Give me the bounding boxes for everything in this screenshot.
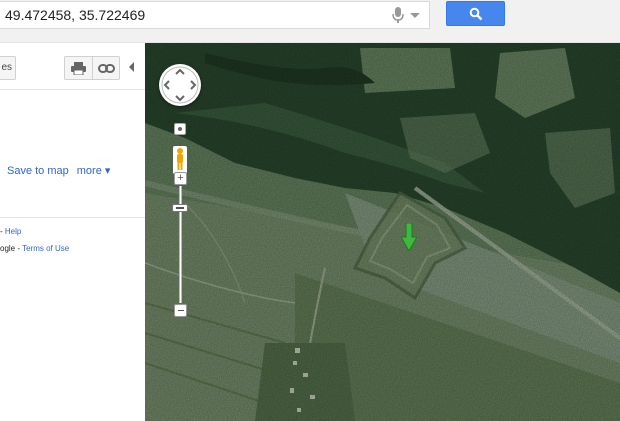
save-to-map-link[interactable]: Save to map: [7, 165, 69, 177]
left-panel: es Save to map more ▾ - Help ogle - Terms…: [0, 43, 145, 421]
satellite-map[interactable]: +: [145, 43, 620, 421]
maps-app: es Save to map more ▾ - Help ogle - Terms…: [0, 0, 620, 421]
search-icon: [469, 7, 483, 21]
zoom-out-button[interactable]: [174, 304, 187, 317]
directions-button[interactable]: es: [0, 56, 16, 80]
pegman-figure-icon: [177, 148, 183, 170]
footer-line: - Help: [0, 227, 21, 236]
microphone-icon[interactable]: [391, 7, 405, 24]
more-dropdown[interactable]: more ▾: [77, 165, 111, 177]
panel-header: es: [0, 43, 145, 90]
footer-prefix: ogle -: [0, 244, 23, 253]
panel-divider: [0, 217, 145, 218]
pan-arrows-icon: [161, 66, 199, 104]
link-icon[interactable]: [98, 62, 115, 75]
chevron-down-icon[interactable]: [410, 13, 420, 18]
search-box: [0, 1, 430, 29]
zoom-slider-handle[interactable]: [172, 204, 188, 212]
collapse-panel-button[interactable]: [126, 57, 140, 77]
toolbar-divider: [92, 57, 93, 79]
help-link[interactable]: Help: [5, 227, 21, 236]
place-actions: Save to map more ▾: [7, 164, 110, 177]
reset-view-button[interactable]: [174, 123, 186, 135]
zoom-in-button[interactable]: +: [174, 172, 187, 185]
footer-line: ogle - Terms of Use: [0, 244, 69, 253]
search-button[interactable]: [446, 1, 505, 26]
pan-control[interactable]: [159, 64, 201, 106]
search-input[interactable]: [5, 2, 375, 28]
terms-of-use-link[interactable]: Terms of Use: [22, 244, 69, 253]
toolbar-group: [64, 56, 120, 80]
print-icon[interactable]: [71, 62, 86, 75]
satellite-imagery: [145, 43, 620, 421]
search-bar: [0, 0, 620, 43]
green-arrow-marker-icon[interactable]: [401, 223, 417, 251]
street-view-pegman-icon[interactable]: [173, 146, 187, 174]
